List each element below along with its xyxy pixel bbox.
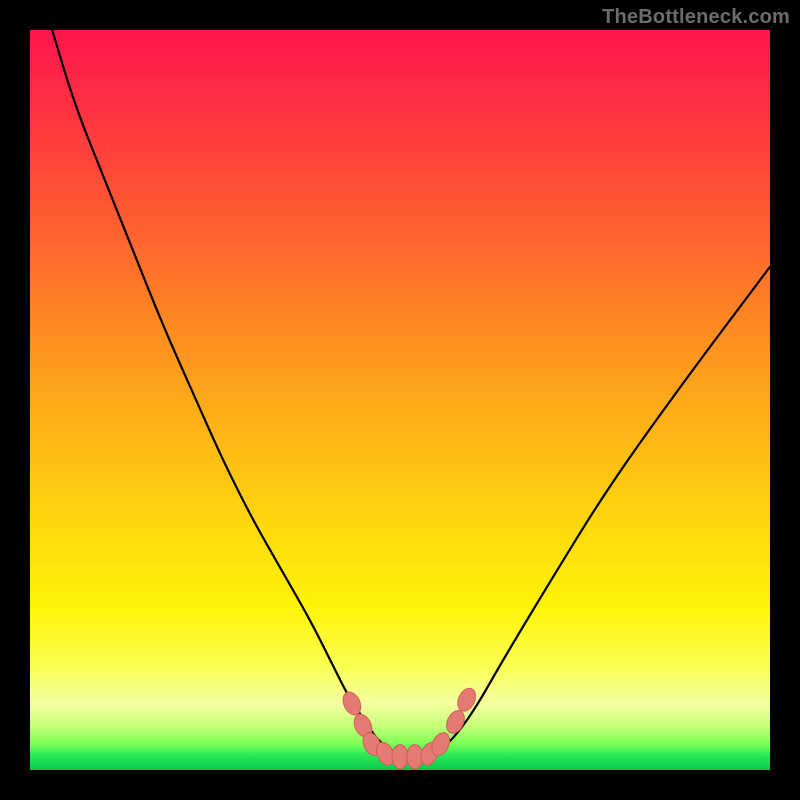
bottleneck-curve [52, 30, 770, 757]
curve-marker [454, 685, 479, 714]
curve-markers [340, 685, 479, 768]
watermark-text: TheBottleneck.com [602, 6, 790, 29]
chart-svg [30, 30, 770, 770]
curve-marker [392, 745, 408, 769]
outer-frame: TheBottleneck.com [0, 0, 800, 800]
curve-marker [443, 708, 468, 737]
plot-area [30, 30, 770, 770]
